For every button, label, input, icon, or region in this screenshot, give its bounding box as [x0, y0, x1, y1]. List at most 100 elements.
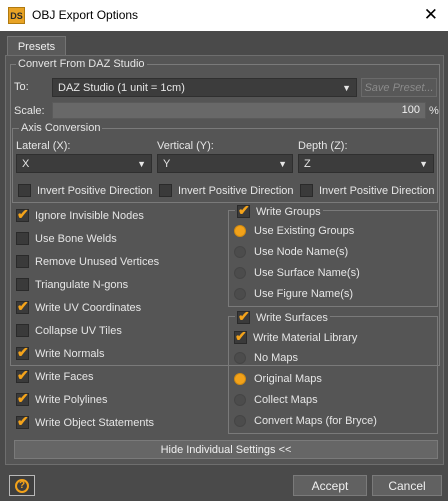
accept-button[interactable]: Accept: [293, 475, 367, 496]
checkbox-box[interactable]: [16, 344, 29, 361]
option-label: Ignore Invisible Nodes: [35, 209, 144, 222]
radio-button[interactable]: [234, 288, 246, 300]
radio-button[interactable]: [234, 373, 246, 385]
vertical-label: Vertical (Y):: [157, 140, 214, 152]
option-checkbox[interactable]: Write Faces: [16, 367, 94, 384]
checkbox-box[interactable]: [300, 184, 313, 197]
option-label: Write Normals: [35, 347, 105, 360]
option-checkbox[interactable]: Remove Unused Vertices: [16, 255, 159, 268]
scale-field[interactable]: 100: [52, 102, 426, 119]
radio-option[interactable]: Original Maps: [234, 373, 322, 385]
checkbox-box[interactable]: [16, 413, 29, 430]
daz-studio-app-icon: DS: [8, 7, 25, 24]
checkbox-box[interactable]: [18, 184, 31, 197]
option-checkbox[interactable]: Write Normals: [16, 344, 105, 361]
dropdown-arrow-icon: ▼: [342, 83, 351, 93]
depth-combobox[interactable]: Z ▼: [298, 154, 434, 173]
radio-option[interactable]: No Maps: [234, 352, 298, 364]
option-checkbox[interactable]: Write UV Coordinates: [16, 298, 142, 315]
checkbox-box[interactable]: [16, 298, 29, 315]
lateral-label: Lateral (X):: [16, 140, 71, 152]
radio-option[interactable]: Convert Maps (for Bryce): [234, 415, 377, 427]
lateral-combobox-value: X: [22, 157, 30, 170]
radio-button[interactable]: [234, 246, 246, 258]
radio-label: Collect Maps: [254, 394, 318, 406]
checkbox-box[interactable]: [16, 232, 29, 245]
radio-label: Use Node Name(s): [254, 246, 349, 258]
title-bar: DS OBJ Export Options ✕: [0, 0, 448, 31]
option-label: Write Polylines: [35, 393, 108, 406]
radio-label: Convert Maps (for Bryce): [254, 415, 377, 427]
depth-label: Depth (Z):: [298, 140, 348, 152]
radio-label: Use Surface Name(s): [254, 267, 360, 279]
to-combobox[interactable]: DAZ Studio (1 unit = 1cm) ▼: [52, 78, 357, 97]
write-material-library-checkbox[interactable]: Write Material Library: [234, 328, 358, 345]
option-label: Remove Unused Vertices: [35, 255, 160, 268]
checkbox-box[interactable]: [16, 390, 29, 407]
radio-button[interactable]: [234, 225, 246, 237]
radio-label: No Maps: [254, 352, 299, 364]
window-title: OBJ Export Options: [32, 8, 139, 22]
checkbox-box[interactable]: [16, 255, 29, 268]
to-combobox-value: DAZ Studio (1 unit = 1cm): [58, 81, 185, 94]
invert-depth-label: Invert Positive Direction: [319, 184, 435, 197]
write-surfaces-label: Write Surfaces: [256, 311, 328, 324]
option-label: Write UV Coordinates: [35, 301, 142, 314]
write-material-library-label: Write Material Library: [253, 331, 358, 344]
invert-lateral-checkbox[interactable]: Invert Positive Direction: [18, 184, 153, 197]
checkbox-box[interactable]: [16, 324, 29, 337]
close-icon[interactable]: ✕: [424, 5, 438, 25]
dropdown-arrow-icon: ▼: [278, 159, 287, 169]
scale-unit: %: [429, 105, 439, 117]
radio-option[interactable]: Use Node Name(s): [234, 246, 348, 258]
hide-individual-settings-button[interactable]: Hide Individual Settings <<: [14, 440, 438, 459]
write-groups-checkbox[interactable]: Write Groups: [235, 202, 323, 219]
checkbox-box[interactable]: [234, 328, 247, 345]
checkbox-box[interactable]: [16, 206, 29, 223]
radio-option[interactable]: Use Figure Name(s): [234, 288, 353, 300]
help-icon: ?: [15, 478, 29, 493]
write-groups-label: Write Groups: [256, 205, 321, 218]
invert-depth-checkbox[interactable]: Invert Positive Direction: [300, 184, 435, 197]
write-surfaces-checkbox[interactable]: Write Surfaces: [235, 308, 330, 325]
option-checkbox[interactable]: Triangulate N-gons: [16, 278, 128, 291]
checkbox-box[interactable]: [237, 202, 250, 219]
radio-label: Use Figure Name(s): [254, 288, 354, 300]
radio-button[interactable]: [234, 352, 246, 364]
option-checkbox[interactable]: Use Bone Welds: [16, 232, 117, 245]
radio-option[interactable]: Collect Maps: [234, 394, 318, 406]
axis-group-label: Axis Conversion: [19, 122, 103, 134]
option-checkbox[interactable]: Ignore Invisible Nodes: [16, 206, 144, 223]
lateral-combobox[interactable]: X ▼: [16, 154, 152, 173]
convert-group-label: Convert From DAZ Studio: [16, 58, 147, 70]
radio-button[interactable]: [234, 394, 246, 406]
option-label: Use Bone Welds: [35, 232, 117, 245]
scale-label: Scale:: [14, 105, 45, 117]
save-preset-button[interactable]: Save Preset...: [361, 78, 437, 97]
option-checkbox[interactable]: Write Object Statements: [16, 413, 155, 430]
radio-label: Original Maps: [254, 373, 322, 385]
option-label: Write Faces: [35, 370, 94, 383]
option-checkbox[interactable]: Collapse UV Tiles: [16, 324, 122, 337]
option-label: Triangulate N-gons: [35, 278, 129, 291]
checkbox-box[interactable]: [237, 308, 250, 325]
option-checkbox[interactable]: Write Polylines: [16, 390, 108, 407]
cancel-button[interactable]: Cancel: [372, 475, 442, 496]
vertical-combobox-value: Y: [163, 157, 171, 170]
checkbox-box[interactable]: [16, 367, 29, 384]
radio-button[interactable]: [234, 267, 246, 279]
option-label: Write Object Statements: [35, 416, 155, 429]
checkbox-box[interactable]: [16, 278, 29, 291]
radio-option[interactable]: Use Existing Groups: [234, 225, 354, 237]
tab-presets[interactable]: Presets: [7, 36, 66, 56]
radio-button[interactable]: [234, 415, 246, 427]
radio-label: Use Existing Groups: [254, 225, 355, 237]
depth-combobox-value: Z: [304, 157, 311, 170]
radio-option[interactable]: Use Surface Name(s): [234, 267, 360, 279]
vertical-combobox[interactable]: Y ▼: [157, 154, 293, 173]
checkbox-box[interactable]: [159, 184, 172, 197]
presets-panel: Convert From DAZ Studio To: DAZ Studio (…: [5, 55, 444, 465]
invert-vertical-label: Invert Positive Direction: [178, 184, 294, 197]
help-button[interactable]: ?: [9, 475, 35, 496]
invert-vertical-checkbox[interactable]: Invert Positive Direction: [159, 184, 294, 197]
